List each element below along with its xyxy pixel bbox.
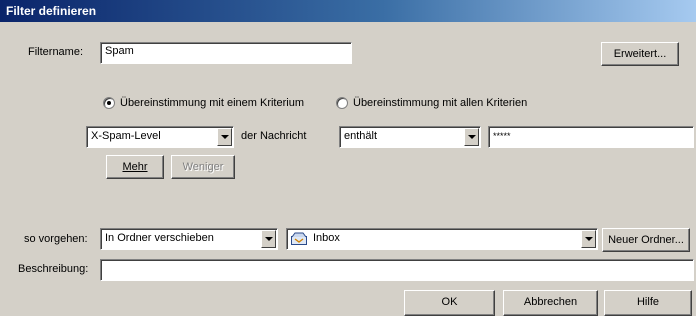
fewer-button-label: Weniger <box>182 161 224 173</box>
filtername-label: Filtername: <box>28 46 84 58</box>
filter-dialog: Filter definieren Filtername: Spam Erwei… <box>0 0 696 316</box>
match-any-radio[interactable] <box>103 97 115 109</box>
match-any-label: Übereinstimmung mit einem Kriterium <box>120 97 304 109</box>
fewer-button: Weniger <box>171 155 235 179</box>
of-message-label: der Nachricht <box>241 130 307 142</box>
action-type-select[interactable]: In Ordner verschieben <box>100 228 278 250</box>
match-all-label: Übereinstimmung mit allen Kriterien <box>353 97 528 109</box>
more-button-label: Mehr <box>122 161 148 173</box>
advanced-button-label: Erweitert... <box>613 48 667 60</box>
criterion-operator-value: enthält <box>344 130 378 142</box>
window-title: Filter definieren <box>6 4 97 18</box>
new-folder-button[interactable]: Neuer Ordner... <box>602 228 690 252</box>
criterion-field-value: X-Spam-Level <box>91 130 161 142</box>
title-bar: Filter definieren <box>0 0 696 22</box>
filtername-input[interactable]: Spam <box>100 42 352 64</box>
advanced-button[interactable]: Erweitert... <box>601 42 679 66</box>
action-label: so vorgehen: <box>24 233 88 245</box>
target-folder-value: Inbox <box>313 232 340 244</box>
cancel-button-label: Abbrechen <box>523 296 578 308</box>
criterion-field-select[interactable]: X-Spam-Level <box>86 126 234 148</box>
criterion-value-input[interactable]: ***** <box>488 126 694 148</box>
cancel-button[interactable]: Abbrechen <box>503 290 598 316</box>
criterion-operator-select[interactable]: enthält <box>339 126 481 148</box>
description-field[interactable] <box>100 259 694 281</box>
help-button[interactable]: Hilfe <box>604 290 692 316</box>
more-button[interactable]: Mehr <box>106 155 164 179</box>
inbox-folder-icon <box>291 232 307 245</box>
dropdown-arrow-icon[interactable] <box>464 128 479 146</box>
new-folder-button-label: Neuer Ordner... <box>608 234 684 246</box>
match-all-radio[interactable] <box>336 97 348 109</box>
dropdown-arrow-icon[interactable] <box>217 128 232 146</box>
target-folder-select[interactable]: Inbox <box>286 228 598 250</box>
ok-button[interactable]: OK <box>404 290 495 316</box>
dropdown-arrow-icon[interactable] <box>581 230 596 248</box>
action-type-value: In Ordner verschieben <box>105 232 214 244</box>
dropdown-arrow-icon[interactable] <box>261 230 276 248</box>
description-label: Beschreibung: <box>18 263 89 275</box>
ok-button-label: OK <box>441 296 458 308</box>
help-button-label: Hilfe <box>636 296 659 308</box>
